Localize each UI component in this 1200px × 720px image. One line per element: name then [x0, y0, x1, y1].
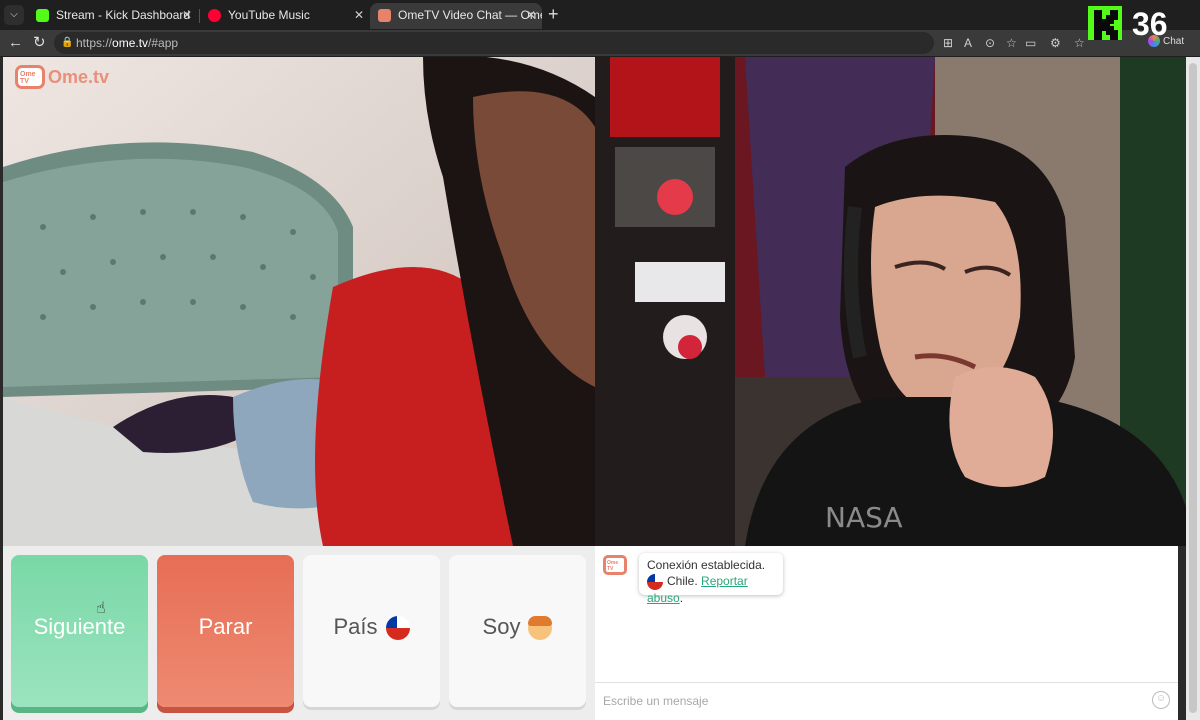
lock-icon: 🔒: [61, 37, 74, 48]
ometv-avatar-icon: Ome TV: [603, 555, 627, 575]
country-button-label: País: [333, 614, 378, 639]
new-tab-icon[interactable]: +: [548, 4, 559, 24]
chat-panel: Ome TV Conexión establecida. Chile. Repo…: [595, 546, 1178, 720]
self-video: NASA: [595, 57, 1186, 546]
translate-icon[interactable]: A: [964, 36, 972, 50]
youtube-music-favicon-icon: [208, 9, 221, 22]
copilot-icon: [1148, 35, 1160, 48]
url-field[interactable]: 🔒 https://ome.tv/#app: [54, 32, 934, 54]
system-message: Conexión establecida. Chile. Reportar ab…: [639, 553, 783, 605]
kick-favicon-icon: [36, 9, 49, 22]
ometv-logo-icon: Ome TV: [15, 65, 45, 89]
chat-button[interactable]: Chat: [1148, 35, 1184, 49]
ometv-logo: Ome TV Ome.tv: [15, 65, 109, 91]
stranger-video-frame: [3, 57, 595, 546]
chile-flag-icon: [647, 573, 663, 590]
message-input[interactable]: Escribe un mensaje ☺: [595, 682, 1178, 720]
stop-button-label: Parar: [198, 614, 253, 639]
tab-label: YouTube Music: [228, 8, 310, 22]
country-filter-button[interactable]: País: [303, 555, 440, 707]
browser-tab-bar: ⌵ Stream - Kick Dashboard ✕ YouTube Musi…: [0, 0, 1200, 30]
svg-text:NASA: NASA: [825, 501, 903, 534]
settings-icon[interactable]: ⚙: [1050, 36, 1061, 50]
kick-logo-icon: [1088, 6, 1122, 40]
extensions-icon[interactable]: ⊙: [985, 36, 995, 50]
camera-icon[interactable]: ▭: [1025, 36, 1036, 50]
connection-status: Conexión establecida.: [647, 558, 766, 572]
boy-emoji-icon: [528, 616, 553, 641]
close-icon[interactable]: ✕: [354, 3, 364, 27]
apps-icon[interactable]: ⊞: [943, 36, 953, 50]
gender-filter-button[interactable]: Soy: [449, 555, 586, 707]
close-icon[interactable]: ✕: [526, 3, 536, 27]
partner-country-line: Chile. Reportar abuso.: [647, 573, 775, 606]
tab-label: Stream - Kick Dashboard: [56, 8, 191, 22]
gender-button-label: Soy: [482, 614, 521, 639]
browser-address-bar: ← ↻ 🔒 https://ome.tv/#app ⊞ A ⊙ ☆ ▭ ⚙ ☆: [0, 30, 1200, 56]
message-placeholder: Escribe un mensaje: [603, 694, 709, 708]
url-prefix: https://: [76, 36, 113, 50]
stranger-video: Ome TV Ome.tv: [3, 57, 595, 546]
next-button[interactable]: Siguiente: [11, 555, 148, 707]
page-scrollbar[interactable]: [1186, 57, 1200, 720]
mouse-cursor-icon: ☝: [96, 600, 106, 617]
tab-label: OmeTV Video Chat — Omegl: [398, 8, 542, 22]
url-path: /#app: [148, 36, 179, 50]
self-video-frame: NASA: [595, 57, 1186, 546]
scrollbar-thumb[interactable]: [1189, 63, 1197, 713]
chile-flag-icon: [385, 616, 410, 641]
back-icon[interactable]: ←: [8, 34, 23, 52]
page-content: Ome TV Ome.tv NASA Siguiente Parar País …: [0, 57, 1200, 720]
partner-country: Chile.: [667, 574, 698, 588]
smiley-icon[interactable]: ☺: [1152, 691, 1170, 709]
url-host: ome.tv: [112, 36, 149, 50]
tab-youtube-music[interactable]: YouTube Music ✕: [200, 3, 370, 29]
chat-label: Chat: [1163, 36, 1185, 47]
control-panel: Siguiente Parar País Soy: [3, 546, 595, 720]
tab-ometv[interactable]: OmeTV Video Chat — Omegl ✕: [370, 3, 542, 29]
tab-kick-dashboard[interactable]: Stream - Kick Dashboard ✕: [28, 3, 198, 29]
close-icon[interactable]: ✕: [182, 3, 192, 27]
stop-button[interactable]: Parar: [157, 555, 294, 707]
next-button-label: Siguiente: [33, 614, 126, 639]
ometv-favicon-icon: [378, 9, 391, 22]
ometv-logo-text: Ome.tv: [48, 66, 110, 87]
favorites-icon[interactable]: ☆: [1074, 36, 1085, 50]
reload-icon[interactable]: ↻: [33, 34, 46, 52]
report-suffix: .: [679, 590, 684, 605]
tab-list-chevron-icon[interactable]: ⌵: [4, 5, 24, 25]
star-icon[interactable]: ☆: [1006, 36, 1017, 50]
